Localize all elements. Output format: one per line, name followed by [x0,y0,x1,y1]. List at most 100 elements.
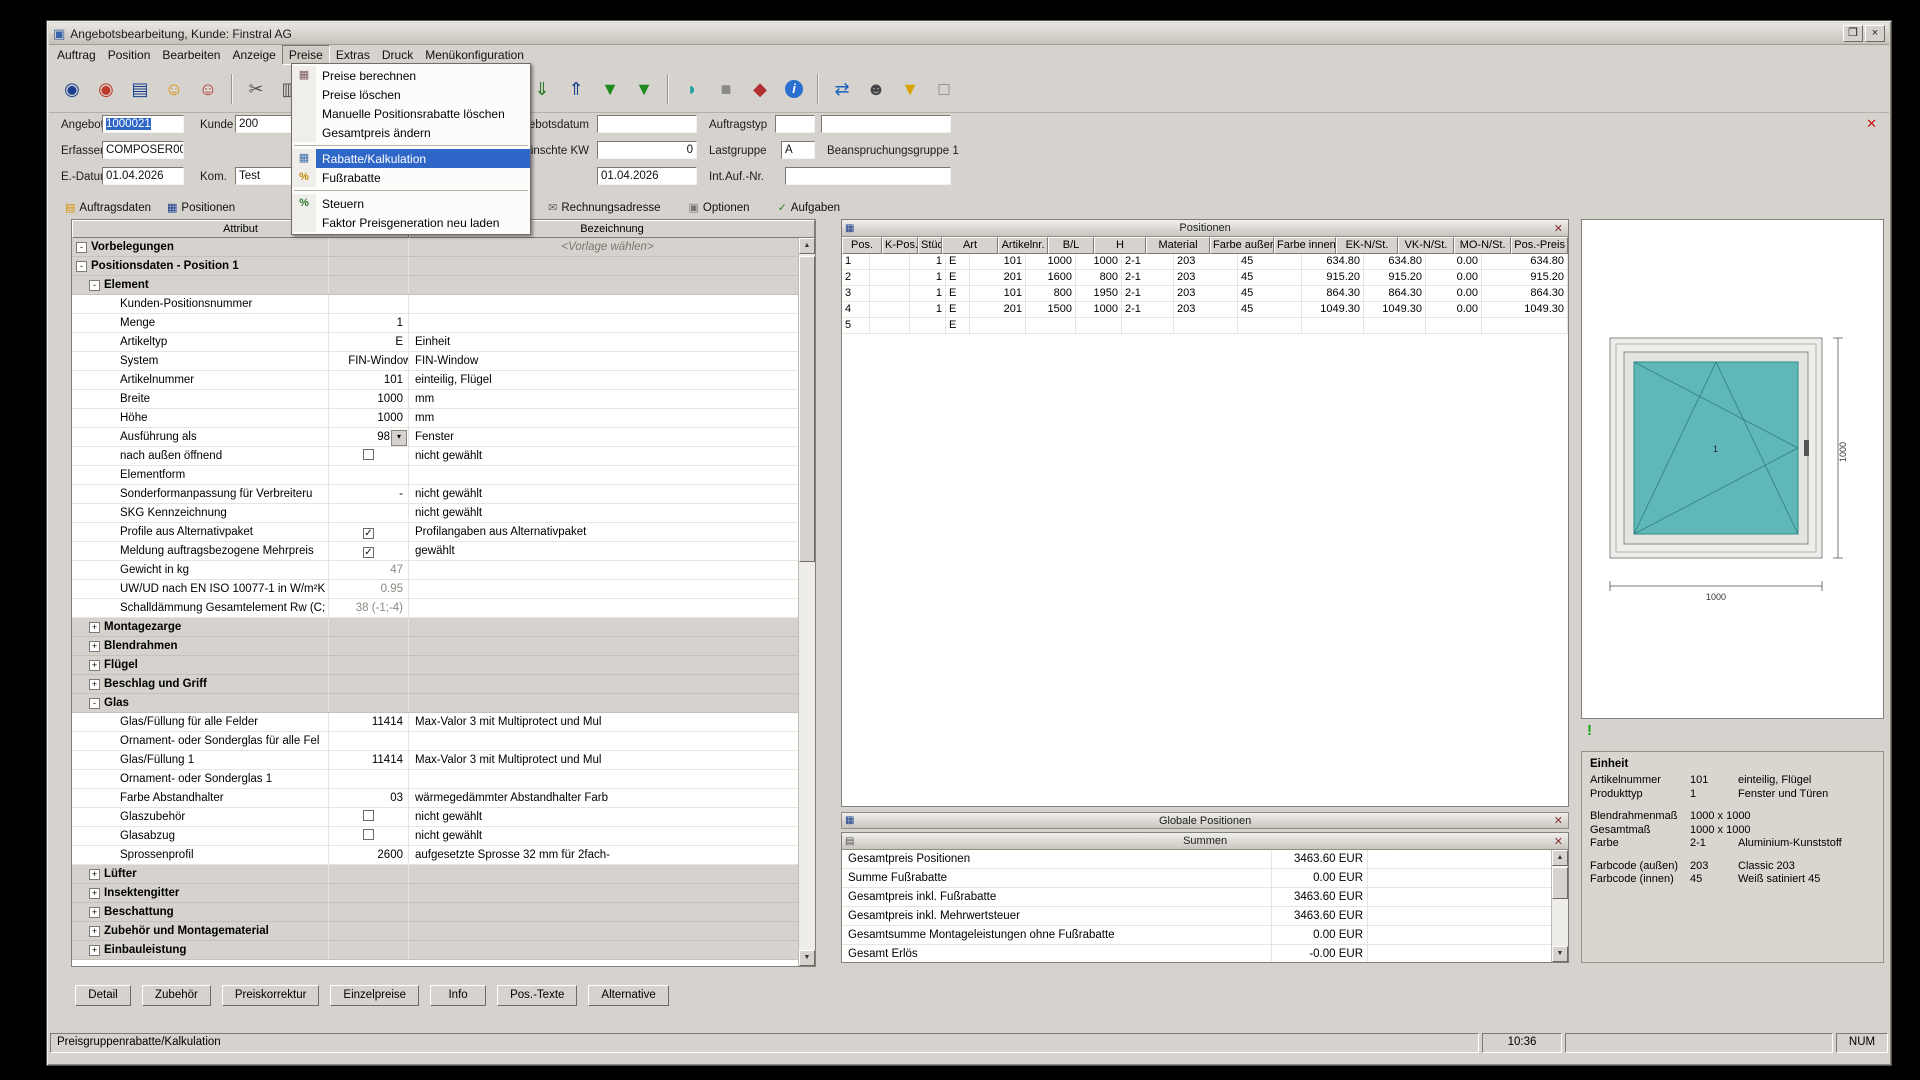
refresh-icon[interactable]: ⇄ [825,73,859,105]
info-button[interactable]: Info [430,985,486,1006]
attribute-value[interactable] [329,295,409,313]
search-people-icon[interactable]: ☻ [859,73,893,105]
expander-icon[interactable]: + [89,622,100,633]
menu-item-manuelle-positionsrabatte-loeschen[interactable]: Manuelle Positionsrabatte löschen [292,104,530,123]
attribute-value[interactable] [329,238,409,256]
tab-optionen[interactable]: ▣ Optionen [680,199,757,216]
menu-item-faktor-preisgeneration-neu-laden[interactable]: Faktor Preisgeneration neu laden [292,213,530,232]
property-row[interactable]: Sprossenprofil 2600 aufgesetzte Sprosse … [72,846,800,865]
property-row[interactable]: - Vorbelegungen <Vorlage wählen> [72,238,800,257]
scroll-up-icon[interactable]: ▲ [799,238,815,254]
positionen-column-header[interactable]: Artikelnr. [998,237,1048,254]
attribute-value[interactable] [329,903,409,921]
menu-item[interactable]: Menükonfiguration [419,46,530,64]
attribute-value[interactable]: 03 [329,789,409,807]
angebotsdatum-input[interactable] [597,115,697,133]
auftragstyp-code-input[interactable] [775,115,815,133]
alternative-button[interactable]: Alternative [588,985,668,1006]
menu-item[interactable]: Extras [330,46,376,64]
expander-icon[interactable]: + [89,679,100,690]
expander-icon[interactable]: - [76,242,87,253]
attribute-value[interactable]: 2600 [329,846,409,864]
attribute-value[interactable]: 1000 [329,409,409,427]
scroll-up-icon[interactable]: ▲ [1552,850,1568,866]
attribute-value[interactable] [329,827,409,845]
property-row[interactable]: Glas/Füllung 1 11414 Max-Valor 3 mit Mul… [72,751,800,770]
auftragstyp-desc-input[interactable] [821,115,951,133]
property-row[interactable]: Glasabzug nicht gewählt [72,827,800,846]
download-alt-icon[interactable]: ▼ [627,73,661,105]
property-row[interactable]: + Einbauleistung [72,941,800,960]
einzelpreise-button[interactable]: Einzelpreise [330,985,419,1006]
positionen-close-icon[interactable]: ✕ [1552,222,1565,235]
positionen-column-header[interactable]: Pos. [842,237,882,254]
property-row[interactable]: Artikelnummer 101 einteilig, Flügel [72,371,800,390]
summen-row[interactable]: Gesamtpreis inkl. Fußrabatte 3463.60 EUR [842,888,1568,907]
expander-icon[interactable]: + [89,641,100,652]
checkbox[interactable] [363,449,374,460]
element-drawing-panel[interactable]: 1 1000 1000 [1581,219,1884,719]
package-icon[interactable]: ■ [709,73,743,105]
tab-rechnungsadresse[interactable]: ✉ Rechnungsadresse [540,199,668,216]
close-button[interactable]: × [1865,25,1885,42]
menu-item[interactable]: Anzeige [226,46,281,64]
attribute-value[interactable]: 47 [329,561,409,579]
property-row[interactable]: Elementform [72,466,800,485]
positionen-column-header[interactable]: Farbe außen [1210,237,1274,254]
property-grid-scrollbar[interactable]: ▲ ▼ [798,238,815,966]
scroll-down-icon[interactable]: ▼ [799,950,815,966]
menu-item[interactable]: Position [102,46,157,64]
lieferdatum-input[interactable]: 01.04.2026 [597,167,697,185]
menu-item-gesamtpreis-aendern[interactable]: Gesamtpreis ändern [292,123,530,142]
positionen-column-header[interactable]: Stück [918,237,942,254]
property-row[interactable]: Ornament- oder Sonderglas 1 [72,770,800,789]
attribute-value[interactable]: FIN-Window [329,352,409,370]
tab-auftragsdaten[interactable]: ▤ Auftragsdaten [57,199,159,216]
attribute-value[interactable] [329,276,409,294]
intauf-input[interactable] [785,167,951,185]
property-row[interactable]: Menge 1 [72,314,800,333]
attribute-value[interactable] [329,941,409,959]
property-row[interactable]: Glaszubehör nicht gewählt [72,808,800,827]
property-row[interactable]: + Blendrahmen [72,637,800,656]
attribute-value[interactable]: 11414 [329,713,409,731]
form-close-icon[interactable]: ✕ [1866,117,1877,130]
contacts-icon[interactable]: ☺ [191,73,225,105]
tab-aufgaben[interactable]: ✓ Aufgaben [770,199,848,216]
export-icon[interactable]: ⇑ [559,73,593,105]
attribute-value[interactable]: - [329,485,409,503]
globale-close-icon[interactable]: ✕ [1552,814,1565,827]
attribute-value[interactable] [329,770,409,788]
menu-item-preise-berechnen[interactable]: ▦ Preise berechnen [292,66,530,85]
attribute-value[interactable]: 98 [329,428,409,446]
positionen-column-header[interactable]: MO-N/St. [1454,237,1511,254]
property-row[interactable]: + Insektengitter [72,884,800,903]
property-row[interactable]: Meldung auftragsbezogene Mehrpreis gewäh… [72,542,800,561]
info-icon[interactable]: i [777,73,811,105]
menu-item[interactable]: Preise [282,45,330,65]
attribute-value[interactable] [329,257,409,275]
preiskorrektur-button[interactable]: Preiskorrektur [222,985,320,1006]
attribute-value[interactable] [329,637,409,655]
checkbox[interactable] [363,810,374,821]
scroll-down-icon[interactable]: ▼ [1552,946,1568,962]
summen-row[interactable]: Summe Fußrabatte 0.00 EUR [842,869,1568,888]
attribute-value[interactable] [329,618,409,636]
attribute-value[interactable] [329,675,409,693]
attribute-value[interactable] [329,504,409,522]
attribute-value[interactable] [329,808,409,826]
edatum-input[interactable]: 01.04.2026 [102,167,184,185]
orders-icon[interactable]: ◉ [89,73,123,105]
summen-close-icon[interactable]: ✕ [1552,835,1565,848]
positionen-column-header[interactable]: EK-N/St. [1336,237,1398,254]
attribute-value[interactable] [329,694,409,712]
angebot-input[interactable]: 1000021 [102,115,184,133]
property-row[interactable]: SKG Kennzeichnung nicht gewählt [72,504,800,523]
customer-icon[interactable]: ☺ [157,73,191,105]
save-icon[interactable]: ▤ [123,73,157,105]
detail-button[interactable]: Detail [75,985,131,1006]
offers-icon[interactable]: ◉ [55,73,89,105]
download-icon[interactable]: ▼ [593,73,627,105]
property-row[interactable]: Glas/Füllung für alle Felder 11414 Max-V… [72,713,800,732]
attribute-value[interactable]: 11414 [329,751,409,769]
